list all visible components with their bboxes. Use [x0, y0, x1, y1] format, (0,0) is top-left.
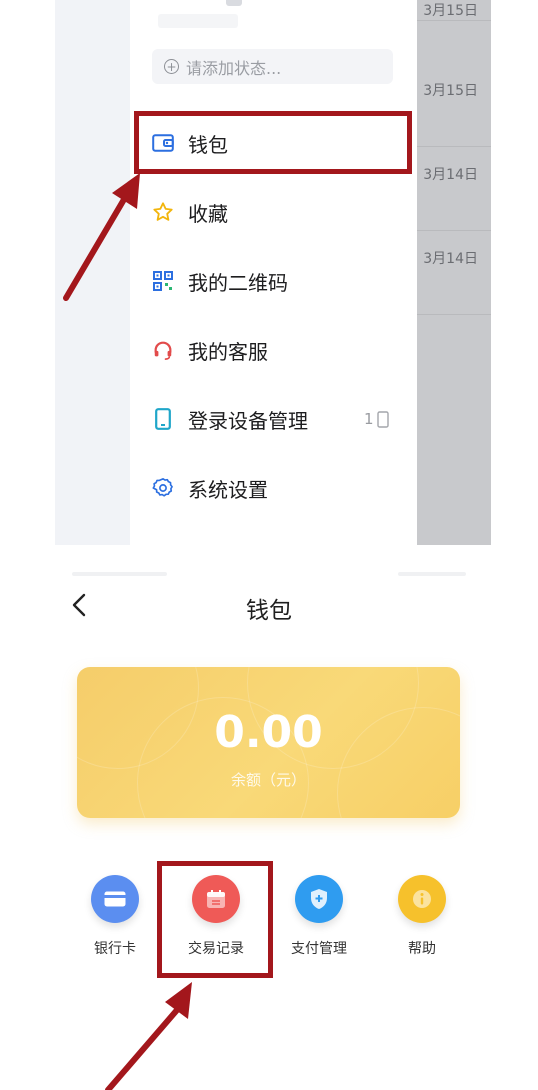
- wallet-screenshot: 钱包 0.00 余额（元） 银行卡 交易记录 支付管理 帮助: [0, 545, 538, 1090]
- drawer-screenshot: 3月15日 3月15日 3月14日 3月14日 + 请添加状态... 钱包 收藏: [0, 0, 538, 545]
- pointer-arrow-top: [63, 173, 140, 301]
- pointer-arrow-bottom: [105, 982, 192, 1090]
